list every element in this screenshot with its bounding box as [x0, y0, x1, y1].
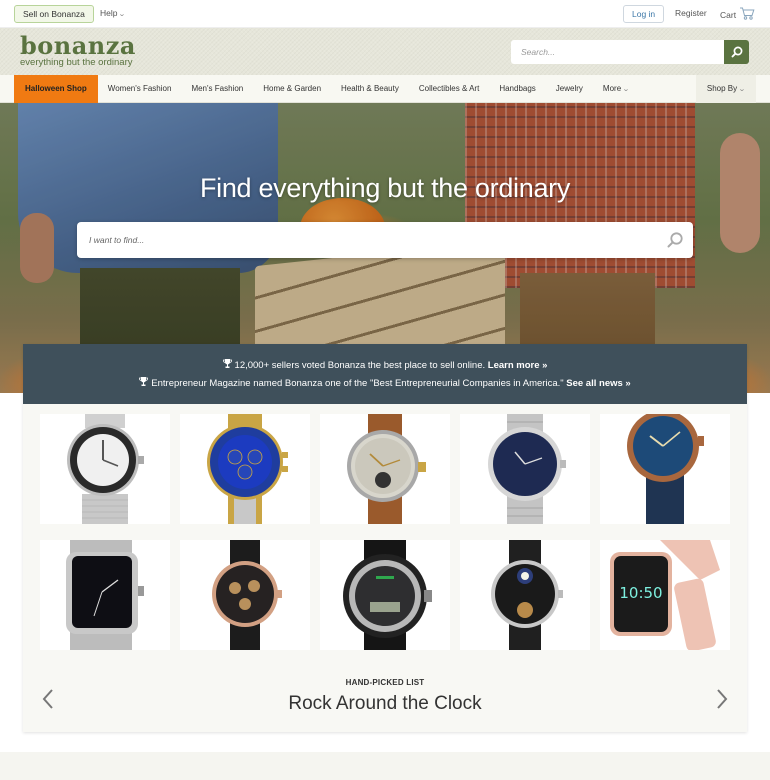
footer-section — [0, 752, 770, 780]
sell-on-bonanza-button[interactable]: Sell on Bonanza — [14, 5, 94, 23]
product-tile[interactable] — [40, 414, 170, 524]
product-tile[interactable] — [40, 540, 170, 650]
watch-blue-chronograph-icon — [207, 414, 288, 524]
header-search-input[interactable] — [511, 40, 724, 64]
see-all-news-link[interactable]: See all news » — [566, 378, 630, 389]
product-tile[interactable] — [180, 540, 310, 650]
cart-link[interactable]: Cart — [720, 7, 755, 22]
nav-handbags[interactable]: Handbags — [489, 75, 545, 103]
product-tile[interactable] — [180, 414, 310, 524]
news-line-2: Entrepreneur Magazine named Bonanza one … — [23, 377, 747, 390]
bonanza-logo[interactable]: bonanza everything but the ordinary — [20, 31, 136, 69]
product-tile[interactable] — [460, 540, 590, 650]
watch-navy-dial-steel-icon — [488, 414, 566, 524]
watch-black-digital-sport-icon — [343, 540, 432, 650]
learn-more-link[interactable]: Learn more » — [488, 360, 548, 371]
more-label: More — [602, 84, 622, 93]
news-text-2: Entrepreneur Magazine named Bonanza one … — [151, 378, 564, 389]
cart-label: Cart — [720, 9, 737, 20]
nav-home-garden[interactable]: Home & Garden — [253, 75, 331, 103]
product-tile[interactable] — [600, 414, 730, 524]
watch-silver-dial-brown-strap-icon — [347, 414, 426, 524]
product-tile[interactable]: 10:50 — [600, 540, 730, 650]
chevron-right-icon — [717, 689, 728, 709]
chevron-down-icon: ⌄ — [118, 11, 127, 18]
watch-moonphase-leather-icon — [491, 540, 563, 650]
nav-mens-fashion[interactable]: Men's Fashion — [181, 75, 253, 103]
watch-rose-gold-skeleton-icon — [212, 540, 282, 650]
trophy-icon — [139, 377, 149, 390]
watch-white-dial-mesh-icon — [67, 414, 144, 524]
hero-search — [77, 222, 693, 258]
next-list-button[interactable] — [710, 684, 734, 714]
featured-list-card: 12,000+ sellers voted Bonanza the best p… — [23, 344, 747, 732]
smartwatch-pink-icon: 10:50 — [610, 540, 720, 650]
register-link[interactable]: Register — [675, 8, 707, 18]
category-nav: Halloween Shop Women's Fashion Men's Fas… — [0, 75, 770, 103]
chevron-down-icon: ⌄ — [738, 86, 746, 93]
hand-picked-label: HAND-PICKED LIST — [345, 678, 425, 687]
help-menu[interactable]: Help⌄ — [100, 8, 127, 18]
site-header: bonanza everything but the ordinary — [0, 28, 770, 75]
product-tile[interactable] — [320, 414, 450, 524]
nav-health-beauty[interactable]: Health & Beauty — [331, 75, 409, 103]
top-utility-bar: Sell on Bonanza Help⌄ Log in Register Ca… — [0, 0, 770, 28]
header-search — [511, 40, 749, 64]
news-banner: 12,000+ sellers voted Bonanza the best p… — [23, 344, 747, 404]
logo-tagline: everything but the ordinary — [20, 57, 133, 68]
nav-womens-fashion[interactable]: Women's Fashion — [98, 75, 182, 103]
hero-search-input[interactable] — [77, 222, 657, 258]
header-search-button[interactable] — [724, 40, 749, 64]
nav-collectibles-art[interactable]: Collectibles & Art — [409, 75, 489, 103]
product-tile[interactable] — [460, 414, 590, 524]
hero-title: Find everything but the ordinary — [199, 173, 571, 203]
product-tile[interactable] — [320, 540, 450, 650]
watch-square-black-mesh-icon — [66, 540, 144, 650]
trophy-icon — [222, 359, 232, 372]
login-button[interactable]: Log in — [623, 5, 665, 23]
hero-search-button[interactable] — [657, 222, 693, 258]
nav-jewelry[interactable]: Jewelry — [546, 75, 593, 103]
help-label: Help — [100, 8, 118, 18]
shop-by-menu[interactable]: Shop By⌄ — [695, 75, 756, 103]
list-title[interactable]: Rock Around the Clock — [23, 693, 747, 715]
smartwatch-time: 10:50 — [619, 584, 662, 602]
news-text-1: 12,000+ sellers voted Bonanza the best p… — [234, 360, 486, 371]
news-line-1: 12,000+ sellers voted Bonanza the best p… — [23, 359, 747, 372]
search-icon — [731, 46, 742, 58]
shop-by-label: Shop By — [706, 84, 738, 93]
search-icon — [667, 232, 683, 248]
nav-more[interactable]: More⌄ — [593, 75, 639, 103]
chevron-down-icon: ⌄ — [622, 86, 630, 93]
nav-halloween-shop[interactable]: Halloween Shop — [14, 75, 98, 103]
watch-bronze-blue-strap-icon — [627, 414, 704, 524]
cart-icon — [739, 7, 755, 22]
logo-wordmark: bonanza — [20, 31, 136, 60]
